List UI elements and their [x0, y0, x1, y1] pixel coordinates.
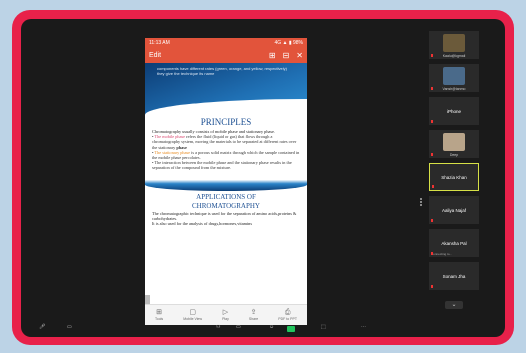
bottom-bar-item[interactable]: ⎙ PDF to PPT	[278, 309, 297, 321]
participant-name: Deep	[449, 153, 459, 157]
bullet-stationary-phase: • The stationary phase is a porous solid…	[152, 149, 300, 161]
grid-icon[interactable]: ⊞	[269, 51, 276, 60]
mic-icon[interactable]: 🎤︎	[39, 324, 45, 330]
participant-tile[interactable]: Shazia Khan	[429, 163, 479, 191]
bottom-bar-item[interactable]: ▢ Mobile View	[183, 309, 202, 321]
close-icon[interactable]: ✕	[296, 51, 303, 60]
participant-tile[interactable]: Vansh@tanmo	[429, 64, 479, 92]
participant-tile[interactable]: Akansha Pal Connecting to...	[429, 229, 479, 257]
video-icon[interactable]: ▭	[67, 324, 72, 330]
participant-tile[interactable]: Kaalu@kgmail	[429, 31, 479, 59]
bottom-bar-label: Mobile View	[183, 317, 203, 321]
status-icons: 4G ▲ ▮ 98%	[274, 39, 303, 46]
document-body: PRINCIPLES Chromatography usually consis…	[145, 117, 307, 226]
meeting-toolbar: 🎤︎ ▭ ⚇ ▭ ☺ ⬚ ⋯	[21, 322, 505, 336]
banner-text: components have different rates (green, …	[157, 66, 287, 76]
applications-line-2: It is also used for the analysis of drug…	[152, 221, 253, 227]
phone-status-bar: 11:13 AM 4G ▲ ▮ 98%	[145, 38, 307, 47]
avatar	[443, 34, 465, 52]
muted-mic-icon	[432, 185, 434, 188]
bottom-bar-label: Play	[222, 317, 229, 321]
avatar	[443, 133, 465, 151]
reactions-icon[interactable]: ☺	[269, 324, 274, 330]
participant-tile[interactable]: Aaliya Najaf	[429, 196, 479, 224]
bullet-mobile-phase: • The mobile phase refers the fluid (liq…	[152, 134, 297, 150]
chat-icon[interactable]: ▭	[236, 324, 241, 330]
participant-name: Shazia Khan	[441, 174, 467, 180]
participant-tile[interactable]: iPhone	[429, 97, 479, 125]
panel-resize-handle[interactable]	[420, 198, 422, 206]
muted-mic-icon	[431, 87, 433, 90]
tools-icon: ⊞	[156, 309, 163, 316]
muted-mic-icon	[431, 219, 433, 222]
muted-mic-icon	[431, 54, 433, 57]
layout-icon[interactable]: ⊟	[283, 51, 290, 60]
shared-screen[interactable]: 11:13 AM 4G ▲ ▮ 98% Edit ⊞ ⊟ ✕ component…	[145, 38, 307, 325]
applications-heading-2: CHROMATOGRAPHY	[192, 201, 260, 210]
play-icon: ▷	[222, 309, 229, 316]
participant-name: Akansha Pal	[441, 240, 467, 246]
slide-banner: components have different rates (green, …	[145, 63, 307, 115]
participants-icon[interactable]: ⚇	[216, 324, 220, 330]
banner-wave	[145, 99, 307, 115]
share-screen-button[interactable]	[287, 326, 295, 332]
bottom-bar-label: PDF to PPT	[278, 317, 297, 321]
muted-mic-icon	[431, 153, 433, 156]
muted-mic-icon	[431, 285, 433, 288]
share-icon: ⇪	[250, 309, 257, 316]
participant-name: Sonam Jha	[442, 273, 466, 279]
muted-mic-icon	[431, 120, 433, 123]
bottom-bar-item[interactable]: ⇪ Share	[249, 309, 258, 321]
participant-name: Vansh@tanmo	[442, 87, 466, 91]
bottom-bar-item[interactable]: ⊞ Tools	[155, 309, 163, 321]
edit-toolbar: Edit ⊞ ⊟ ✕	[145, 47, 307, 63]
mobile-view-icon: ▢	[189, 309, 196, 316]
bullet-interaction: • The interaction between the mobile pha…	[152, 160, 292, 171]
pdf-icon: ⎙	[284, 309, 291, 316]
applications-heading-1: APPLICATIONS OF	[196, 192, 256, 201]
avatar	[443, 67, 465, 85]
muted-mic-icon	[431, 252, 433, 255]
participant-name: Kaalu@kgmail	[442, 54, 466, 58]
record-icon[interactable]: ⬚	[321, 324, 326, 330]
applications-line-1: The chromatographic technique is used fo…	[152, 210, 297, 221]
principles-heading: PRINCIPLES	[200, 117, 252, 127]
more-icon[interactable]: ⋯	[361, 324, 366, 330]
edit-label[interactable]: Edit	[149, 52, 161, 59]
participant-status: Connecting to...	[431, 252, 453, 256]
bottom-bar-label: Share	[248, 317, 259, 321]
participant-name: iPhone	[446, 108, 461, 114]
status-time: 11:13 AM	[149, 39, 170, 46]
section-divider	[145, 174, 307, 191]
bottom-bar-label: Tools	[155, 317, 164, 321]
participant-name: Aaliya Najaf	[441, 207, 466, 213]
participant-tile[interactable]: Deep	[429, 130, 479, 158]
participant-tile[interactable]: Sonam Jha	[429, 262, 479, 290]
chevron-down-icon[interactable]: ⌄	[445, 301, 463, 309]
bottom-bar-item[interactable]: ▷ Play	[222, 309, 229, 321]
